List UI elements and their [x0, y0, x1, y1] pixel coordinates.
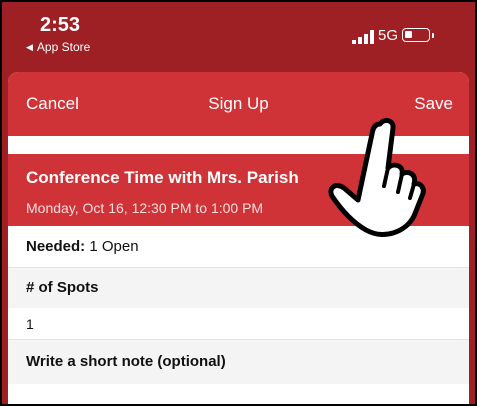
cancel-button[interactable]: Cancel	[26, 94, 79, 114]
phone-screen: 2:53 ◀ App Store 5G Sign Up Cancel Save …	[0, 0, 477, 406]
save-button[interactable]: Save	[414, 94, 453, 114]
spots-label: # of Spots	[8, 268, 469, 308]
pointing-hand-icon	[328, 118, 426, 237]
needed-label: Needed:	[26, 238, 86, 255]
battery-icon	[402, 28, 430, 42]
battery-level	[405, 31, 412, 38]
status-bar: 2:53 ◀ App Store 5G	[0, 0, 477, 70]
spots-input[interactable]: 1	[8, 308, 469, 340]
needed-value: 1 Open	[89, 238, 139, 255]
cellular-signal-icon	[352, 30, 374, 44]
note-label: Write a short note (optional)	[8, 340, 469, 384]
battery-cap	[432, 33, 434, 38]
note-input[interactable]	[8, 384, 469, 406]
event-title: Conference Time with Mrs. Parish	[26, 168, 299, 187]
back-triangle-icon: ◀	[26, 41, 33, 52]
event-time: Monday, Oct 16, 12:30 PM to 1:00 PM	[26, 200, 264, 216]
back-to-app-store[interactable]: ◀ App Store	[26, 40, 90, 54]
back-app-label: App Store	[36, 40, 91, 54]
network-type: 5G	[378, 27, 399, 44]
status-time: 2:53	[40, 14, 81, 36]
